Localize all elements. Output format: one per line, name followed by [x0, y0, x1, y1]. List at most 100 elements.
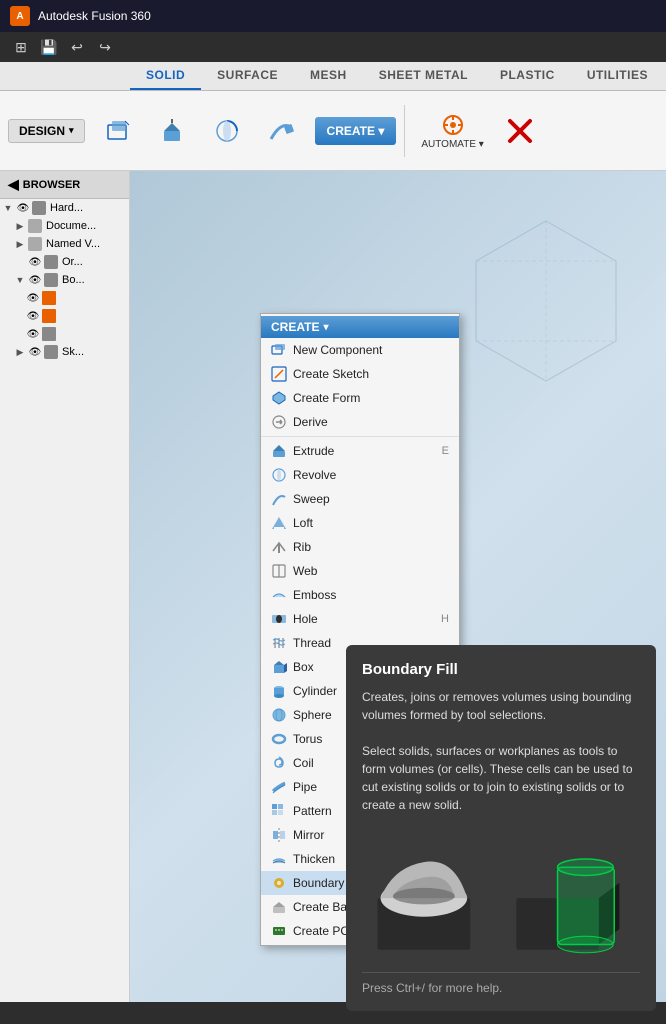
- ribbon-new-component[interactable]: [93, 105, 145, 157]
- tooltip-footer: Press Ctrl+/ for more help.: [362, 972, 640, 995]
- visibility-icon[interactable]: 👁: [26, 291, 40, 305]
- menu-divider-1: [261, 436, 459, 437]
- menu-item-extrude[interactable]: Extrude E: [261, 439, 459, 463]
- ribbon-extrude[interactable]: [147, 105, 199, 157]
- browser-item-hard[interactable]: ▼ 👁 Hard...: [0, 199, 129, 217]
- browser-item-document[interactable]: ▶ Docume...: [0, 217, 129, 235]
- browser-item-named-v[interactable]: ▶ Named V...: [0, 235, 129, 253]
- menu-item-label: Thread: [293, 636, 331, 650]
- menu-item-label: Cylinder: [293, 684, 337, 698]
- browser-item-or[interactable]: ▶ 👁 Or...: [0, 253, 129, 271]
- menu-item-create-form[interactable]: Create Form: [261, 386, 459, 410]
- menu-item-create-sketch[interactable]: Create Sketch: [261, 362, 459, 386]
- box-menu-icon: [271, 659, 287, 675]
- derive-menu-icon: [271, 414, 287, 430]
- visibility-icon[interactable]: 👁: [28, 273, 42, 287]
- menu-item-revolve[interactable]: Revolve: [261, 463, 459, 487]
- loft-menu-icon: [271, 515, 287, 531]
- menu-item-rib[interactable]: Rib: [261, 535, 459, 559]
- tab-mesh[interactable]: MESH: [294, 62, 363, 90]
- cylinder-menu-icon: [271, 683, 287, 699]
- design-button[interactable]: DESIGN ▾: [8, 119, 85, 143]
- visibility-icon[interactable]: 👁: [26, 309, 40, 323]
- torus-menu-icon: [271, 731, 287, 747]
- menu-item-derive[interactable]: Derive: [261, 410, 459, 434]
- menu-item-label: Thicken: [293, 852, 335, 866]
- menu-item-label: Pattern: [293, 804, 332, 818]
- rib-menu-icon: [271, 539, 287, 555]
- visibility-icon[interactable]: 👁: [28, 255, 42, 269]
- extrude-icon: [159, 117, 187, 145]
- menu-item-label: Derive: [293, 415, 328, 429]
- web-menu-icon: [271, 563, 287, 579]
- tooltip-description: Creates, joins or removes volumes using …: [362, 688, 640, 814]
- tab-plastic[interactable]: PLASTIC: [484, 62, 571, 90]
- extrude-menu-icon: [271, 443, 287, 459]
- tooltip-preview-after: [506, 826, 640, 960]
- tab-solid[interactable]: SOLID: [130, 62, 201, 90]
- redo-button[interactable]: ↪: [94, 36, 116, 58]
- browser-item-sk[interactable]: ▶ 👁 Sk...: [0, 343, 129, 361]
- browser-item-eye-only[interactable]: 👁: [0, 325, 129, 343]
- toggle-icon: ▶: [14, 220, 26, 232]
- titlebar: A Autodesk Fusion 360: [0, 0, 666, 32]
- menu-item-hole[interactable]: Hole H: [261, 607, 459, 631]
- app-icon: A: [10, 6, 30, 26]
- tab-utilities[interactable]: UTILITIES: [571, 62, 664, 90]
- menu-item-emboss[interactable]: Emboss: [261, 583, 459, 607]
- quick-access-toolbar: ⊞ 💾 ↩ ↪: [0, 32, 666, 62]
- create-dropdown-button[interactable]: CREATE ▾: [315, 117, 397, 145]
- menu-item-label: Create Form: [293, 391, 360, 405]
- menu-item-label: Hole: [293, 612, 318, 626]
- visibility-icon[interactable]: 👁: [16, 201, 30, 215]
- ribbon-content: DESIGN ▾: [0, 91, 666, 171]
- mirror-menu-icon: [271, 827, 287, 843]
- ribbon-revolve[interactable]: [201, 105, 253, 157]
- ribbon-modify[interactable]: [494, 105, 546, 157]
- menu-item-label: Pipe: [293, 780, 317, 794]
- hole-menu-icon: [271, 611, 287, 627]
- menu-item-label: Sphere: [293, 708, 332, 722]
- sweep-menu-icon: [271, 491, 287, 507]
- browser-item-label: Named V...: [46, 238, 100, 250]
- browser-item-label: Sk...: [62, 346, 84, 358]
- visibility-icon[interactable]: 👁: [26, 327, 40, 341]
- menu-item-label: Web: [293, 564, 317, 578]
- thread-menu-icon: [271, 635, 287, 651]
- new-component-menu-icon: [271, 342, 287, 358]
- browser-item-label: Hard...: [50, 202, 83, 214]
- ribbon-sweep[interactable]: [255, 105, 307, 157]
- menu-item-label: Torus: [293, 732, 322, 746]
- browser-item-label: Or...: [62, 256, 83, 268]
- menu-item-sweep[interactable]: Sweep: [261, 487, 459, 511]
- tab-surface[interactable]: SURFACE: [201, 62, 294, 90]
- menu-shortcut-hole: H: [441, 613, 449, 625]
- menu-item-label: Rib: [293, 540, 311, 554]
- ribbon-tabs: SOLID SURFACE MESH SHEET METAL PLASTIC U…: [0, 62, 666, 91]
- browser-item-label: Bo...: [62, 274, 85, 286]
- menu-item-loft[interactable]: Loft: [261, 511, 459, 535]
- sphere-menu-icon: [271, 707, 287, 723]
- browser-item-bo[interactable]: ▼ 👁 Bo...: [0, 271, 129, 289]
- menu-item-label: Create Sketch: [293, 367, 369, 381]
- browser-item-orange2[interactable]: 👁: [0, 307, 129, 325]
- pattern-menu-icon: [271, 803, 287, 819]
- tab-sheet-metal[interactable]: SHEET METAL: [363, 62, 484, 90]
- menu-shortcut-extrude: E: [442, 445, 449, 457]
- revolve-menu-icon: [271, 467, 287, 483]
- browser-item-orange1[interactable]: 👁: [0, 289, 129, 307]
- menu-item-web[interactable]: Web: [261, 559, 459, 583]
- visibility-icon[interactable]: 👁: [28, 345, 42, 359]
- create-pcb-menu-icon: [271, 923, 287, 939]
- undo-button[interactable]: ↩: [66, 36, 88, 58]
- canvas-area: CREATE ▾ New Component Create Sketch: [130, 171, 666, 1021]
- tooltip-panel: Boundary Fill Creates, joins or removes …: [346, 645, 656, 1011]
- create-form-menu-icon: [271, 390, 287, 406]
- menu-item-new-component[interactable]: New Component: [261, 338, 459, 362]
- app-title: Autodesk Fusion 360: [38, 9, 151, 23]
- save-button[interactable]: 💾: [38, 36, 60, 58]
- grid-button[interactable]: ⊞: [10, 36, 32, 58]
- automate-button[interactable]: AUTOMATE ▾: [413, 107, 491, 154]
- tooltip-preview-before: [362, 826, 496, 960]
- modify-icon: [506, 117, 534, 145]
